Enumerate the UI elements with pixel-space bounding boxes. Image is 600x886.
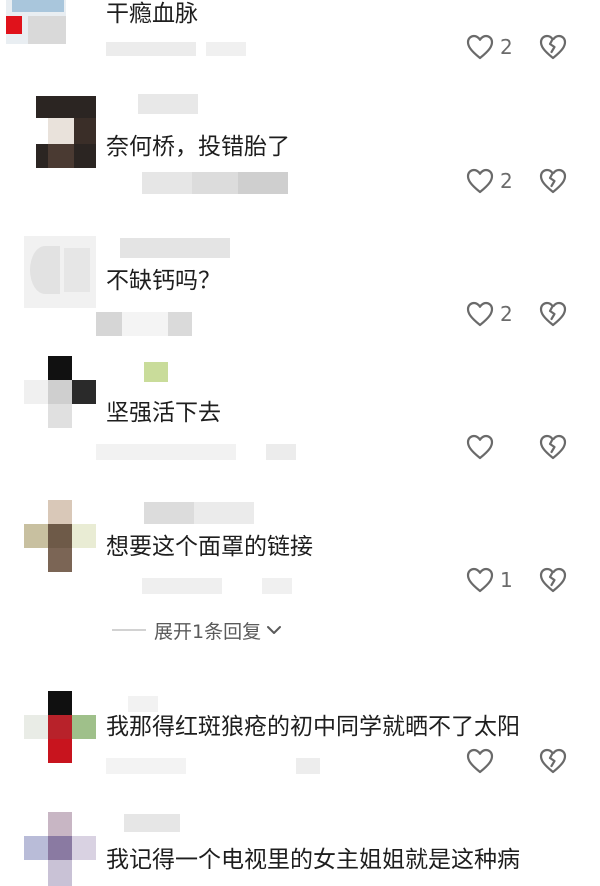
broken-heart-icon (539, 301, 567, 327)
comment-text: 坚强活下去 (106, 400, 221, 426)
broken-heart-icon (539, 748, 567, 774)
dislike-button[interactable] (538, 167, 568, 195)
heart-icon (466, 748, 494, 774)
like-count: 2 (500, 169, 513, 193)
dislike-button[interactable] (538, 300, 568, 328)
dislike-button[interactable] (538, 433, 568, 461)
comment-text: 我那得红斑狼疮的初中同学就晒不了太阳 (106, 714, 520, 740)
avatar[interactable] (6, 0, 66, 44)
heart-icon (466, 567, 494, 593)
broken-heart-icon (539, 567, 567, 593)
heart-icon (466, 168, 494, 194)
expand-replies-label: 展开1条回复 (154, 620, 262, 643)
like-count: 2 (500, 35, 513, 59)
expand-replies-button[interactable]: 展开1条回复 (112, 616, 283, 644)
comment-text: 干瘾血脉 (106, 1, 198, 27)
like-count: 1 (500, 568, 513, 592)
heart-icon (466, 301, 494, 327)
dislike-button[interactable] (538, 747, 568, 775)
like-button[interactable] (466, 433, 500, 461)
comment-text: 奈何桥，投错胎了 (106, 134, 290, 160)
avatar[interactable] (24, 236, 96, 308)
like-button[interactable] (466, 747, 500, 775)
comment-text: 想要这个面罩的链接 (106, 534, 313, 560)
heart-icon (466, 34, 494, 60)
avatar[interactable] (24, 500, 96, 572)
divider-line (112, 629, 146, 631)
like-button[interactable]: 2 (466, 167, 513, 195)
avatar[interactable] (24, 812, 96, 886)
like-button[interactable]: 1 (466, 566, 513, 594)
like-button[interactable]: 2 (466, 300, 513, 328)
like-count: 2 (500, 302, 513, 326)
comment-text: 不缺钙吗？ (106, 268, 221, 294)
dislike-button[interactable] (538, 566, 568, 594)
broken-heart-icon (539, 168, 567, 194)
like-button[interactable]: 2 (466, 33, 513, 61)
broken-heart-icon (539, 34, 567, 60)
chevron-down-icon (267, 626, 282, 634)
dislike-button[interactable] (538, 33, 568, 61)
broken-heart-icon (539, 434, 567, 460)
comment-text: 我记得一个电视里的女主姐姐就是这种病 (106, 847, 520, 873)
avatar[interactable] (24, 356, 96, 428)
avatar[interactable] (24, 96, 96, 168)
avatar[interactable] (24, 691, 96, 763)
heart-icon (466, 434, 494, 460)
